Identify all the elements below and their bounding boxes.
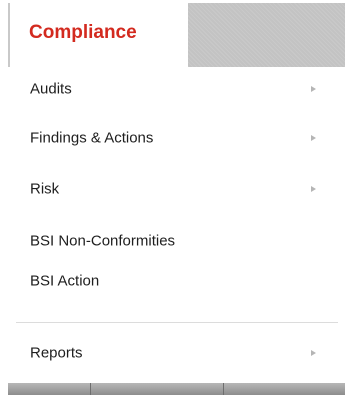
menu-header: Compliance [0,0,345,67]
menu-title: Compliance [29,22,137,43]
strip-divider [90,383,91,395]
menu-item-label: BSI Action [30,272,100,290]
menu-item-label: Risk [30,180,60,198]
menu-item-label: Findings & Actions [30,129,154,147]
compliance-menu-page: Compliance Audits Findings & Actions Ris… [0,0,345,395]
caret-right-icon [311,135,316,141]
dropdown-menu: Audits Findings & Actions Risk BSI Non-C… [8,67,345,383]
menu-item-label: Audits [30,80,72,98]
menu-item-label: Reports [30,344,83,362]
caret-right-icon [311,186,316,192]
caret-right-icon [311,350,316,356]
strip-divider [223,383,224,395]
menu-item-bsi-non-conformities[interactable]: BSI Non-Conformities [8,222,338,260]
menu-divider [16,322,338,323]
menu-item-reports[interactable]: Reports [8,334,338,372]
menu-item-findings-actions[interactable]: Findings & Actions [8,119,338,157]
background-strip [8,383,345,395]
caret-right-icon [311,86,316,92]
menu-item-audits[interactable]: Audits [8,70,338,108]
menu-item-label: BSI Non-Conformities [30,232,176,250]
menu-item-bsi-action[interactable]: BSI Action [8,262,338,300]
menu-item-risk[interactable]: Risk [8,170,338,208]
header-background [188,3,345,67]
